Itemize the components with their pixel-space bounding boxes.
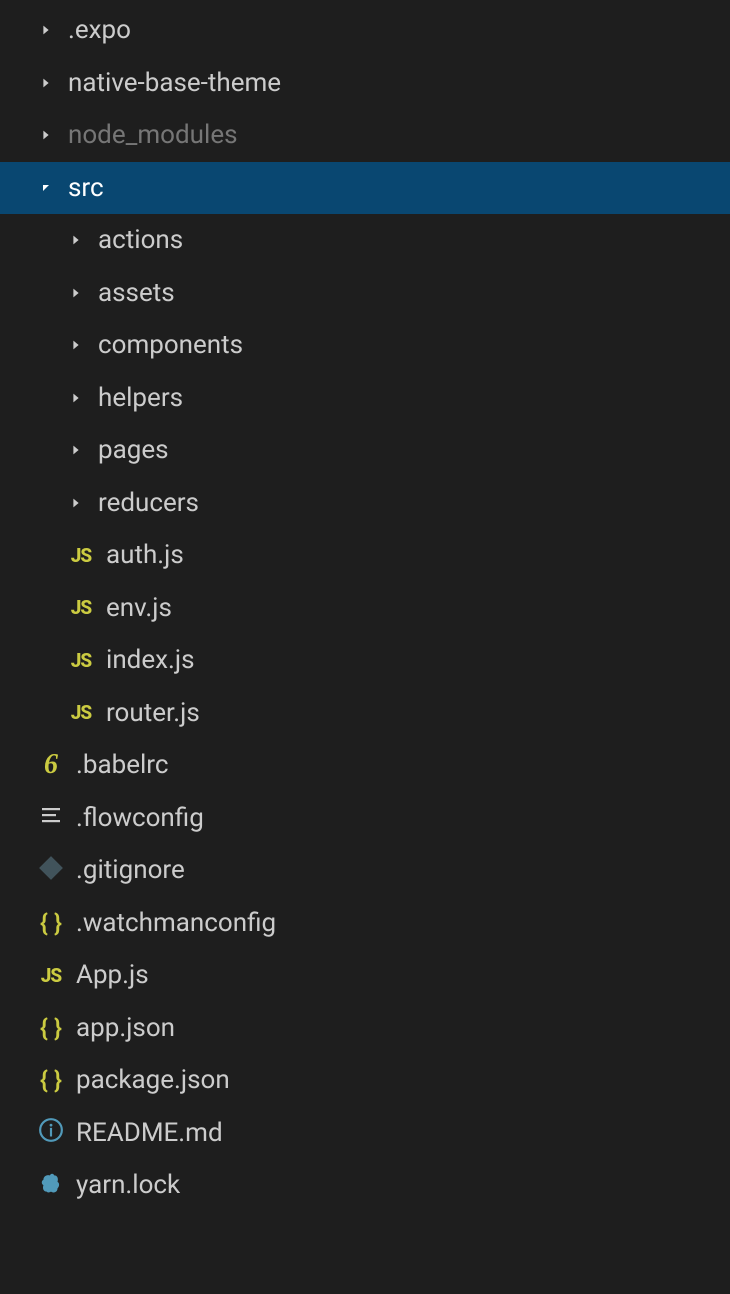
tree-item-label: .expo xyxy=(68,15,131,45)
js-file-icon: JS xyxy=(71,701,91,724)
chevron-right-icon[interactable] xyxy=(66,388,86,408)
tree-item-label: .flowconfig xyxy=(76,803,204,833)
tree-item-label: .babelrc xyxy=(76,750,169,780)
file-tree-item[interactable]: { } app.json xyxy=(0,1002,730,1055)
file-tree-item[interactable]: JS auth.js xyxy=(0,529,730,582)
file-tree-item[interactable]: { } package.json xyxy=(0,1054,730,1107)
tree-item-label: auth.js xyxy=(106,540,184,570)
folder-tree-item[interactable]: pages xyxy=(0,424,730,477)
file-tree-item[interactable]: README.md xyxy=(0,1107,730,1160)
tree-item-label: router.js xyxy=(106,698,200,728)
json-file-icon: { } xyxy=(40,1014,62,1042)
tree-item-label: components xyxy=(98,330,243,360)
babel-file-icon: 6 xyxy=(44,749,58,781)
file-tree-item[interactable]: .flowconfig xyxy=(0,792,730,845)
js-file-icon: JS xyxy=(71,544,91,567)
tree-item-label: helpers xyxy=(98,383,183,413)
tree-item-label: src xyxy=(68,173,104,203)
file-tree-item[interactable]: JS App.js xyxy=(0,949,730,1002)
json-file-icon: { } xyxy=(40,909,62,937)
chevron-right-icon[interactable] xyxy=(36,73,56,93)
folder-tree-item[interactable]: components xyxy=(0,319,730,372)
folder-tree-item[interactable]: node_modules xyxy=(0,109,730,162)
tree-item-label: env.js xyxy=(106,593,172,623)
tree-item-label: App.js xyxy=(76,960,149,990)
json-file-icon: { } xyxy=(40,1066,62,1094)
folder-tree-item[interactable]: reducers xyxy=(0,477,730,530)
file-tree-item[interactable]: { } .watchmanconfig xyxy=(0,897,730,950)
chevron-right-icon[interactable] xyxy=(66,440,86,460)
tree-item-label: index.js xyxy=(106,645,195,675)
tree-item-label: node_modules xyxy=(68,120,238,150)
tree-item-label: .gitignore xyxy=(76,855,185,885)
tree-item-label: actions xyxy=(98,225,183,255)
file-tree-item[interactable]: JS index.js xyxy=(0,634,730,687)
chevron-down-icon[interactable] xyxy=(36,178,56,198)
chevron-right-icon[interactable] xyxy=(66,335,86,355)
tree-item-label: pages xyxy=(98,435,169,465)
file-tree-item[interactable]: JS router.js xyxy=(0,687,730,740)
js-file-icon: JS xyxy=(41,964,61,987)
info-file-icon xyxy=(38,1117,64,1148)
tree-item-label: package.json xyxy=(76,1065,230,1095)
chevron-right-icon[interactable] xyxy=(66,283,86,303)
js-file-icon: JS xyxy=(71,649,91,672)
tree-item-label: reducers xyxy=(98,488,199,518)
folder-tree-item[interactable]: actions xyxy=(0,214,730,267)
folder-tree-item[interactable]: src xyxy=(0,162,730,215)
tree-item-label: yarn.lock xyxy=(76,1170,180,1200)
folder-tree-item[interactable]: native-base-theme xyxy=(0,57,730,110)
file-tree-item[interactable]: yarn.lock xyxy=(0,1159,730,1212)
chevron-right-icon[interactable] xyxy=(66,493,86,513)
folder-tree-item[interactable]: assets xyxy=(0,267,730,320)
file-tree-item[interactable]: JS env.js xyxy=(0,582,730,635)
tree-item-label: .watchmanconfig xyxy=(76,908,276,938)
tree-item-label: README.md xyxy=(76,1118,223,1148)
git-file-icon xyxy=(38,855,64,886)
file-tree-item[interactable]: 6 .babelrc xyxy=(0,739,730,792)
chevron-right-icon[interactable] xyxy=(36,125,56,145)
tree-item-label: native-base-theme xyxy=(68,68,281,98)
flow-file-icon xyxy=(39,803,63,832)
chevron-right-icon[interactable] xyxy=(66,230,86,250)
js-file-icon: JS xyxy=(71,596,91,619)
tree-item-label: assets xyxy=(98,278,175,308)
tree-item-label: app.json xyxy=(76,1013,175,1043)
file-tree-item[interactable]: .gitignore xyxy=(0,844,730,897)
folder-tree-item[interactable]: helpers xyxy=(0,372,730,425)
chevron-right-icon[interactable] xyxy=(36,20,56,40)
file-explorer-tree: .expo native-base-theme node_modulessrc act… xyxy=(0,4,730,1212)
folder-tree-item[interactable]: .expo xyxy=(0,4,730,57)
yarn-file-icon xyxy=(38,1170,64,1201)
